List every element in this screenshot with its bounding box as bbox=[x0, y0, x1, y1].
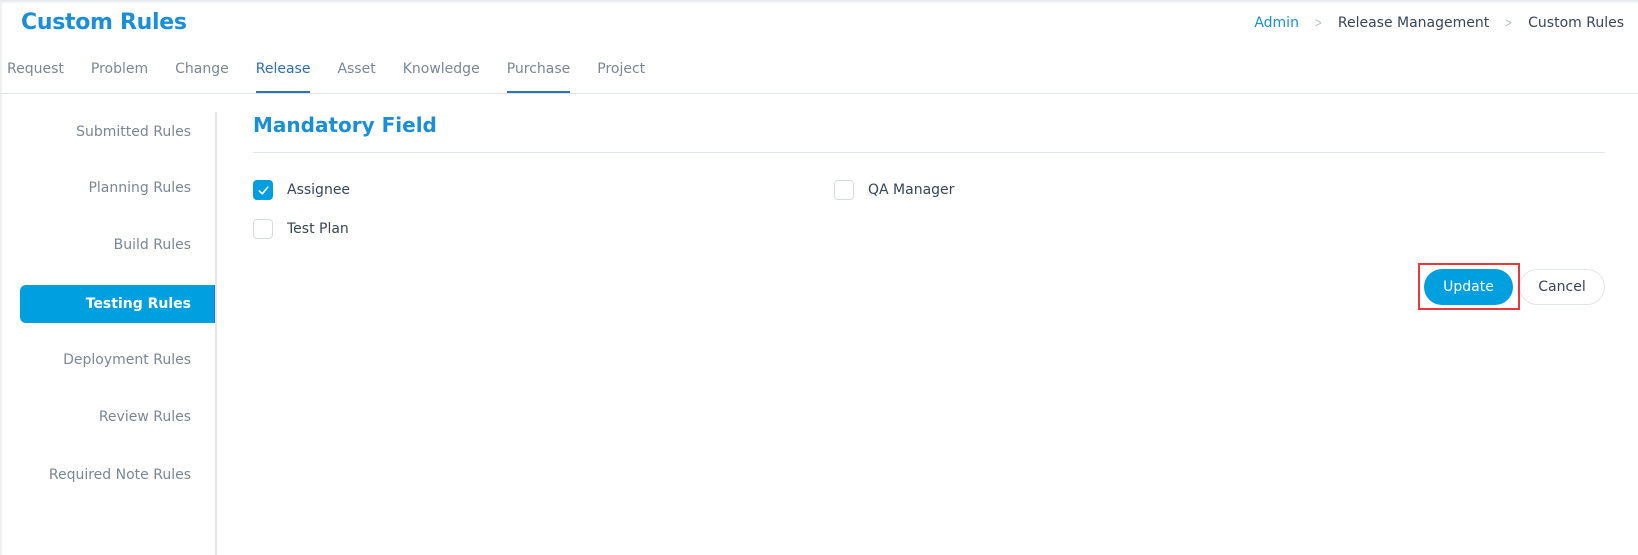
field-qa-manager[interactable]: QA Manager bbox=[834, 180, 954, 200]
tab-request[interactable]: Request bbox=[7, 55, 64, 94]
sidebar-item-testing-rules[interactable]: Testing Rules bbox=[20, 285, 216, 323]
qa-manager-checkbox[interactable] bbox=[834, 180, 854, 200]
sidebar-divider bbox=[215, 112, 217, 555]
sidebar-item-required-note-rules[interactable]: Required Note Rules bbox=[20, 456, 216, 494]
field-test-plan[interactable]: Test Plan bbox=[253, 219, 349, 239]
field-label: Assignee bbox=[287, 182, 351, 198]
test-plan-checkbox[interactable] bbox=[253, 219, 273, 239]
page-title: Custom Rules bbox=[21, 10, 187, 35]
breadcrumb-custom-rules: Custom Rules bbox=[1528, 15, 1624, 31]
breadcrumb-release-management[interactable]: Release Management bbox=[1338, 15, 1489, 31]
assignee-checkbox[interactable] bbox=[253, 180, 273, 200]
cancel-button[interactable]: Cancel bbox=[1519, 269, 1605, 305]
chevron-right-icon: > bbox=[1314, 15, 1323, 31]
tab-asset[interactable]: Asset bbox=[337, 55, 375, 94]
tab-project[interactable]: Project bbox=[597, 55, 645, 94]
top-shadow bbox=[0, 0, 1638, 4]
sidebar-item-submitted-rules[interactable]: Submitted Rules bbox=[20, 113, 216, 151]
sidebar-item-review-rules[interactable]: Review Rules bbox=[20, 398, 216, 436]
tab-purchase[interactable]: Purchase bbox=[506, 55, 570, 94]
rules-sidebar: Submitted Rules Planning Rules Build Rul… bbox=[0, 112, 216, 555]
sidebar-item-build-rules[interactable]: Build Rules bbox=[20, 226, 216, 264]
breadcrumb-admin[interactable]: Admin bbox=[1254, 15, 1299, 31]
tab-change[interactable]: Change bbox=[175, 55, 229, 94]
module-tabs: Request Problem Change Release Asset Kno… bbox=[0, 55, 672, 94]
breadcrumb: Admin > Release Management > Custom Rule… bbox=[1254, 15, 1624, 31]
tabs-divider bbox=[0, 93, 1638, 94]
field-label: Test Plan bbox=[287, 221, 349, 237]
update-button[interactable]: Update bbox=[1424, 269, 1513, 305]
chevron-right-icon: > bbox=[1504, 15, 1513, 31]
section-divider bbox=[253, 152, 1605, 153]
sidebar-item-planning-rules[interactable]: Planning Rules bbox=[20, 169, 216, 207]
tab-knowledge[interactable]: Knowledge bbox=[403, 55, 480, 94]
tab-release[interactable]: Release bbox=[255, 55, 310, 94]
check-icon bbox=[257, 185, 269, 195]
sidebar-item-deployment-rules[interactable]: Deployment Rules bbox=[20, 341, 216, 379]
tab-problem[interactable]: Problem bbox=[91, 55, 148, 94]
field-assignee[interactable]: Assignee bbox=[253, 180, 350, 200]
field-label: QA Manager bbox=[868, 182, 955, 198]
section-title: Mandatory Field bbox=[253, 113, 437, 137]
